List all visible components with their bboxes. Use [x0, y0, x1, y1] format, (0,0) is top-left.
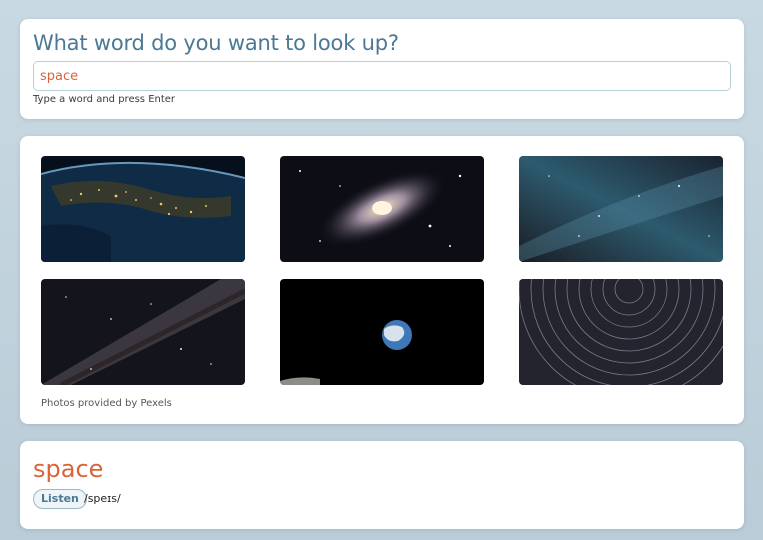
- search-card: What word do you want to look up? Type a…: [20, 19, 744, 119]
- definition-card: space Listen /speɪs/: [20, 441, 744, 529]
- photo-milky-way-diagonal[interactable]: [41, 279, 245, 385]
- photo-earth-from-orbit[interactable]: [41, 156, 245, 262]
- photo-spiral-galaxy[interactable]: [280, 156, 484, 262]
- photo-earthrise[interactable]: [280, 279, 484, 385]
- word-title: space: [33, 455, 104, 483]
- search-input[interactable]: [33, 61, 731, 91]
- page-heading: What word do you want to look up?: [33, 31, 399, 55]
- photo-milky-way-blue[interactable]: [519, 156, 723, 262]
- phonetic-text: /speɪs/: [84, 492, 121, 505]
- photo-credit: Photos provided by Pexels: [41, 398, 172, 409]
- listen-button[interactable]: Listen: [33, 489, 87, 509]
- photo-star-trails[interactable]: [519, 279, 723, 385]
- search-hint: Type a word and press Enter: [33, 94, 176, 105]
- photo-gallery: Photos provided by Pexels: [20, 136, 744, 424]
